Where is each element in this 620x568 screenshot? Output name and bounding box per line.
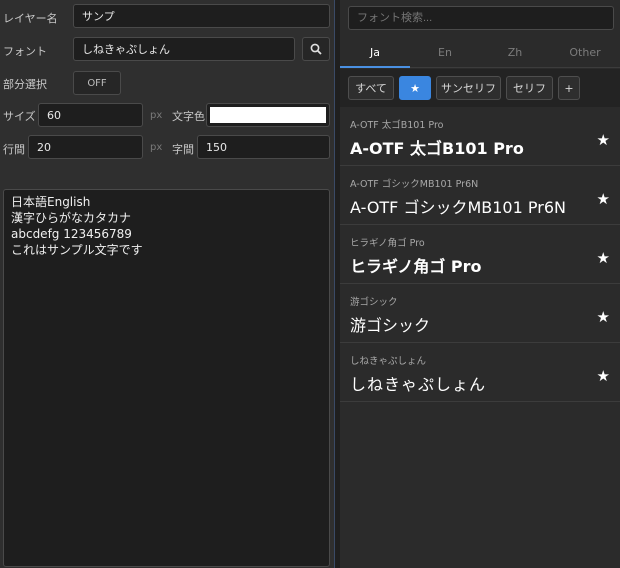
tab-ja[interactable]: Ja [340, 38, 410, 68]
font-list: A-OTF 太ゴB101 Pro A-OTF 太ゴB101 Pro ★ A-OT… [340, 107, 620, 402]
font-item-sublabel: A-OTF 太ゴB101 Pro [350, 120, 444, 131]
language-tabs: Ja En Zh Other [340, 38, 620, 68]
font-select-value: しねきゃぷしょん [82, 43, 170, 56]
text-color-label: 文字色 [172, 110, 205, 123]
tab-other[interactable]: Other [550, 38, 620, 68]
font-item-sublabel: A-OTF ゴシックMB101 Pr6N [350, 179, 479, 190]
size-label: サイズ [3, 110, 36, 123]
text-settings-panel: レイヤー名 フォント しねきゃぷしょん 部分選択 OFF サイズ px 文字色 … [0, 0, 334, 568]
font-item-preview: A-OTF 太ゴB101 Pro [350, 139, 524, 158]
font-item-sublabel: ヒラギノ角ゴ Pro [350, 238, 425, 249]
font-label: フォント [3, 45, 47, 58]
partial-select-toggle[interactable]: OFF [73, 71, 121, 95]
font-item-preview: A-OTF ゴシックMB101 Pr6N [350, 198, 566, 217]
text-line: abcdefg 123456789 [11, 227, 132, 241]
line-spacing-unit: px [150, 142, 163, 153]
star-icon[interactable]: ★ [597, 249, 610, 267]
line-spacing-input[interactable] [28, 135, 143, 159]
star-icon: ★ [410, 81, 420, 95]
text-line: 日本語English [11, 195, 91, 209]
letter-spacing-label: 字間 [172, 143, 194, 156]
text-color-swatch[interactable] [206, 103, 330, 127]
partial-select-label: 部分選択 [3, 78, 47, 91]
tab-zh[interactable]: Zh [480, 38, 550, 68]
font-picker-panel: Ja En Zh Other すべて ★ サンセリフ セリフ + A-OTF 太… [340, 0, 620, 568]
star-icon[interactable]: ★ [597, 367, 610, 385]
filter-bar: すべて ★ サンセリフ セリフ + [340, 69, 620, 107]
tab-en[interactable]: En [410, 38, 480, 68]
font-item-preview: しねきゃぷしょん [350, 375, 487, 394]
layer-name-input[interactable] [73, 4, 330, 28]
font-item-preview: 游ゴシック [350, 316, 431, 335]
font-item-sublabel: しねきゃぷしょん [350, 356, 427, 367]
star-icon[interactable]: ★ [597, 131, 610, 149]
add-filter-button[interactable]: + [558, 76, 580, 100]
font-list-item[interactable]: 游ゴシック 游ゴシック ★ [340, 284, 620, 343]
font-list-item[interactable]: しねきゃぷしょん しねきゃぷしょん ★ [340, 343, 620, 402]
font-item-preview: ヒラギノ角ゴ Pro [350, 257, 482, 276]
filter-favorites-button[interactable]: ★ [399, 76, 431, 100]
font-item-sublabel: 游ゴシック [350, 297, 398, 308]
line-spacing-label: 行間 [3, 143, 25, 156]
filter-serif-button[interactable]: セリフ [506, 76, 553, 100]
font-list-item[interactable]: ヒラギノ角ゴ Pro ヒラギノ角ゴ Pro ★ [340, 225, 620, 284]
text-line: これはサンプル文字です [11, 243, 143, 257]
search-icon [310, 43, 322, 55]
font-search-input[interactable] [348, 6, 614, 30]
font-list-item[interactable]: A-OTF 太ゴB101 Pro A-OTF 太ゴB101 Pro ★ [340, 107, 620, 166]
filter-all-button[interactable]: すべて [348, 76, 394, 100]
size-unit: px [150, 110, 163, 121]
font-select-field[interactable]: しねきゃぷしょん [73, 37, 295, 61]
layer-name-label: レイヤー名 [3, 12, 58, 25]
font-list-item[interactable]: A-OTF ゴシックMB101 Pr6N A-OTF ゴシックMB101 Pr6… [340, 166, 620, 225]
star-icon[interactable]: ★ [597, 308, 610, 326]
text-content-area[interactable]: 日本語English 漢字ひらがなカタカナ abcdefg 123456789 … [3, 189, 330, 567]
filter-sans-serif-button[interactable]: サンセリフ [436, 76, 501, 100]
size-input[interactable] [38, 103, 143, 127]
star-icon[interactable]: ★ [597, 190, 610, 208]
font-search-button[interactable] [302, 37, 330, 61]
letter-spacing-input[interactable] [197, 135, 330, 159]
text-line: 漢字ひらがなカタカナ [11, 211, 132, 225]
